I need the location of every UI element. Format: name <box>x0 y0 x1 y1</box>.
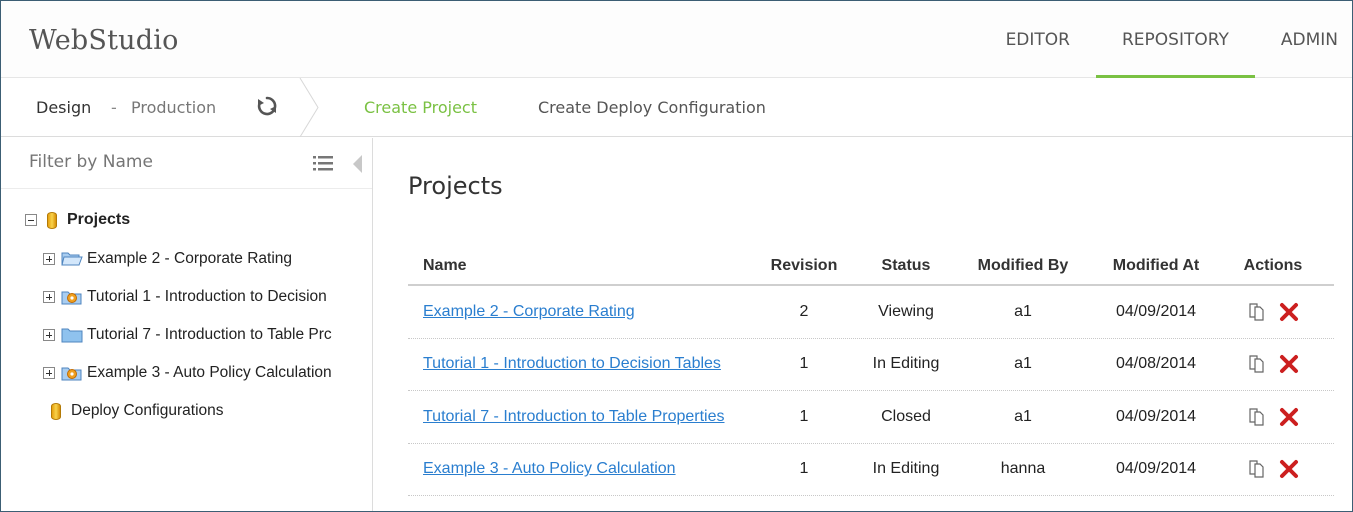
cell-revision: 1 <box>799 460 809 478</box>
project-link[interactable]: Example 3 - Auto Policy Calculation <box>423 460 676 477</box>
cell-modified-by: a1 <box>1014 355 1032 373</box>
projects-table: Name Revision Status Modified By Modifie… <box>408 248 1334 496</box>
tree-item-example-3[interactable]: Example 3 - Auto Policy Calculation <box>43 362 332 384</box>
folder-gear-icon <box>61 367 82 381</box>
main-content: Projects Name Revision Status Modified B… <box>374 138 1352 511</box>
project-link[interactable]: Tutorial 1 - Introduction to Decision Ta… <box>423 355 721 372</box>
table-header: Name Revision Status Modified By Modifie… <box>408 248 1334 286</box>
sub-toolbar: Design - Production Create Project Creat… <box>1 78 1352 137</box>
column-status: Status <box>881 257 931 274</box>
copy-icon[interactable] <box>1247 302 1267 322</box>
folder-icon <box>61 328 83 343</box>
filter-bar <box>1 138 372 189</box>
table-row: Tutorial 1 - Introduction to Decision Ta… <box>408 339 1334 391</box>
deploy-configurations-label: Deploy Configurations <box>71 402 224 419</box>
cell-modified-at: 04/08/2014 <box>1115 355 1197 373</box>
database-icon <box>51 402 61 420</box>
table-row: Example 2 - Corporate Rating 2 Viewing a… <box>408 286 1334 339</box>
copy-icon[interactable] <box>1247 354 1267 374</box>
filter-input[interactable] <box>29 152 299 172</box>
nav-admin[interactable]: ADMIN <box>1255 1 1352 78</box>
cell-modified-by: a1 <box>1014 407 1032 425</box>
tree-root-projects[interactable]: Projects <box>25 208 130 232</box>
create-deploy-config-button[interactable]: Create Deploy Configuration <box>538 98 766 117</box>
table-row: Tutorial 7 - Introduction to Table Prope… <box>408 391 1334 444</box>
nav-editor[interactable]: EDITOR <box>980 1 1096 78</box>
cell-revision: 2 <box>799 302 809 320</box>
cell-revision: 1 <box>799 407 809 425</box>
copy-icon[interactable] <box>1247 407 1267 427</box>
app-window: WebStudio EDITOR REPOSITORY ADMIN Design… <box>0 0 1353 512</box>
column-actions: Actions <box>1243 257 1303 274</box>
breadcrumb-separator: - <box>111 98 117 117</box>
delete-icon[interactable] <box>1279 354 1299 374</box>
cell-modified-by: a1 <box>1014 302 1032 320</box>
tree-item-tutorial-7[interactable]: Tutorial 7 - Introduction to Table Prc <box>43 324 332 346</box>
tree-root-label: Projects <box>67 211 131 228</box>
cell-status: Viewing <box>878 302 934 320</box>
breadcrumb-chevron <box>299 78 319 137</box>
cell-modified-by: hanna <box>1000 460 1046 478</box>
top-header: WebStudio EDITOR REPOSITORY ADMIN <box>1 1 1352 78</box>
folder-gear-icon <box>61 291 82 305</box>
delete-icon[interactable] <box>1279 459 1299 479</box>
collapse-toggle-icon[interactable] <box>25 214 37 226</box>
cell-status: In Editing <box>872 355 940 373</box>
cell-status: In Editing <box>872 460 940 478</box>
column-modified-by: Modified By <box>977 257 1069 274</box>
project-link[interactable]: Tutorial 7 - Introduction to Table Prope… <box>423 408 725 425</box>
column-modified-at: Modified At <box>1112 257 1200 274</box>
sidebar: Projects Example 2 - Corporate Rating Tu… <box>1 138 373 511</box>
tree-item-label: Tutorial 7 - Introduction to Table Prc <box>87 326 332 343</box>
cell-modified-at: 04/09/2014 <box>1115 302 1197 320</box>
expand-toggle-icon[interactable] <box>43 253 55 265</box>
tree-item-tutorial-1[interactable]: Tutorial 1 - Introduction to Decision <box>43 286 327 308</box>
collapse-arrow-icon[interactable] <box>351 154 363 174</box>
cell-revision: 1 <box>799 355 809 373</box>
cell-modified-at: 04/09/2014 <box>1115 407 1197 425</box>
open-folder-icon <box>61 252 83 266</box>
breadcrumb-production[interactable]: Production <box>131 98 216 117</box>
tree-item-label: Example 2 - Corporate Rating <box>87 250 293 267</box>
tree-deploy-configurations[interactable]: Deploy Configurations <box>51 400 224 422</box>
cell-modified-at: 04/09/2014 <box>1115 460 1197 478</box>
expand-toggle-icon[interactable] <box>43 329 55 341</box>
copy-icon[interactable] <box>1247 459 1267 479</box>
main-nav: EDITOR REPOSITORY ADMIN <box>980 1 1352 78</box>
column-revision: Revision <box>770 257 838 274</box>
tree-item-label: Example 3 - Auto Policy Calculation <box>87 364 332 381</box>
expand-toggle-icon[interactable] <box>43 367 55 379</box>
nav-repository[interactable]: REPOSITORY <box>1096 1 1255 78</box>
tree-item-label: Tutorial 1 - Introduction to Decision <box>87 288 327 305</box>
database-icon <box>47 211 57 229</box>
table-row: Example 3 - Auto Policy Calculation 1 In… <box>408 444 1334 496</box>
refresh-icon[interactable] <box>256 95 278 117</box>
delete-icon[interactable] <box>1279 302 1299 322</box>
project-link[interactable]: Example 2 - Corporate Rating <box>423 303 635 320</box>
tree-item-example-2[interactable]: Example 2 - Corporate Rating <box>43 248 292 270</box>
cell-status: Closed <box>881 407 931 425</box>
column-name: Name <box>423 257 467 274</box>
create-project-button[interactable]: Create Project <box>364 98 477 117</box>
app-logo: WebStudio <box>29 25 179 56</box>
breadcrumb-design[interactable]: Design <box>36 98 91 117</box>
expand-toggle-icon[interactable] <box>43 291 55 303</box>
delete-icon[interactable] <box>1279 407 1299 427</box>
page-title: Projects <box>408 172 503 200</box>
list-icon[interactable] <box>313 154 335 172</box>
